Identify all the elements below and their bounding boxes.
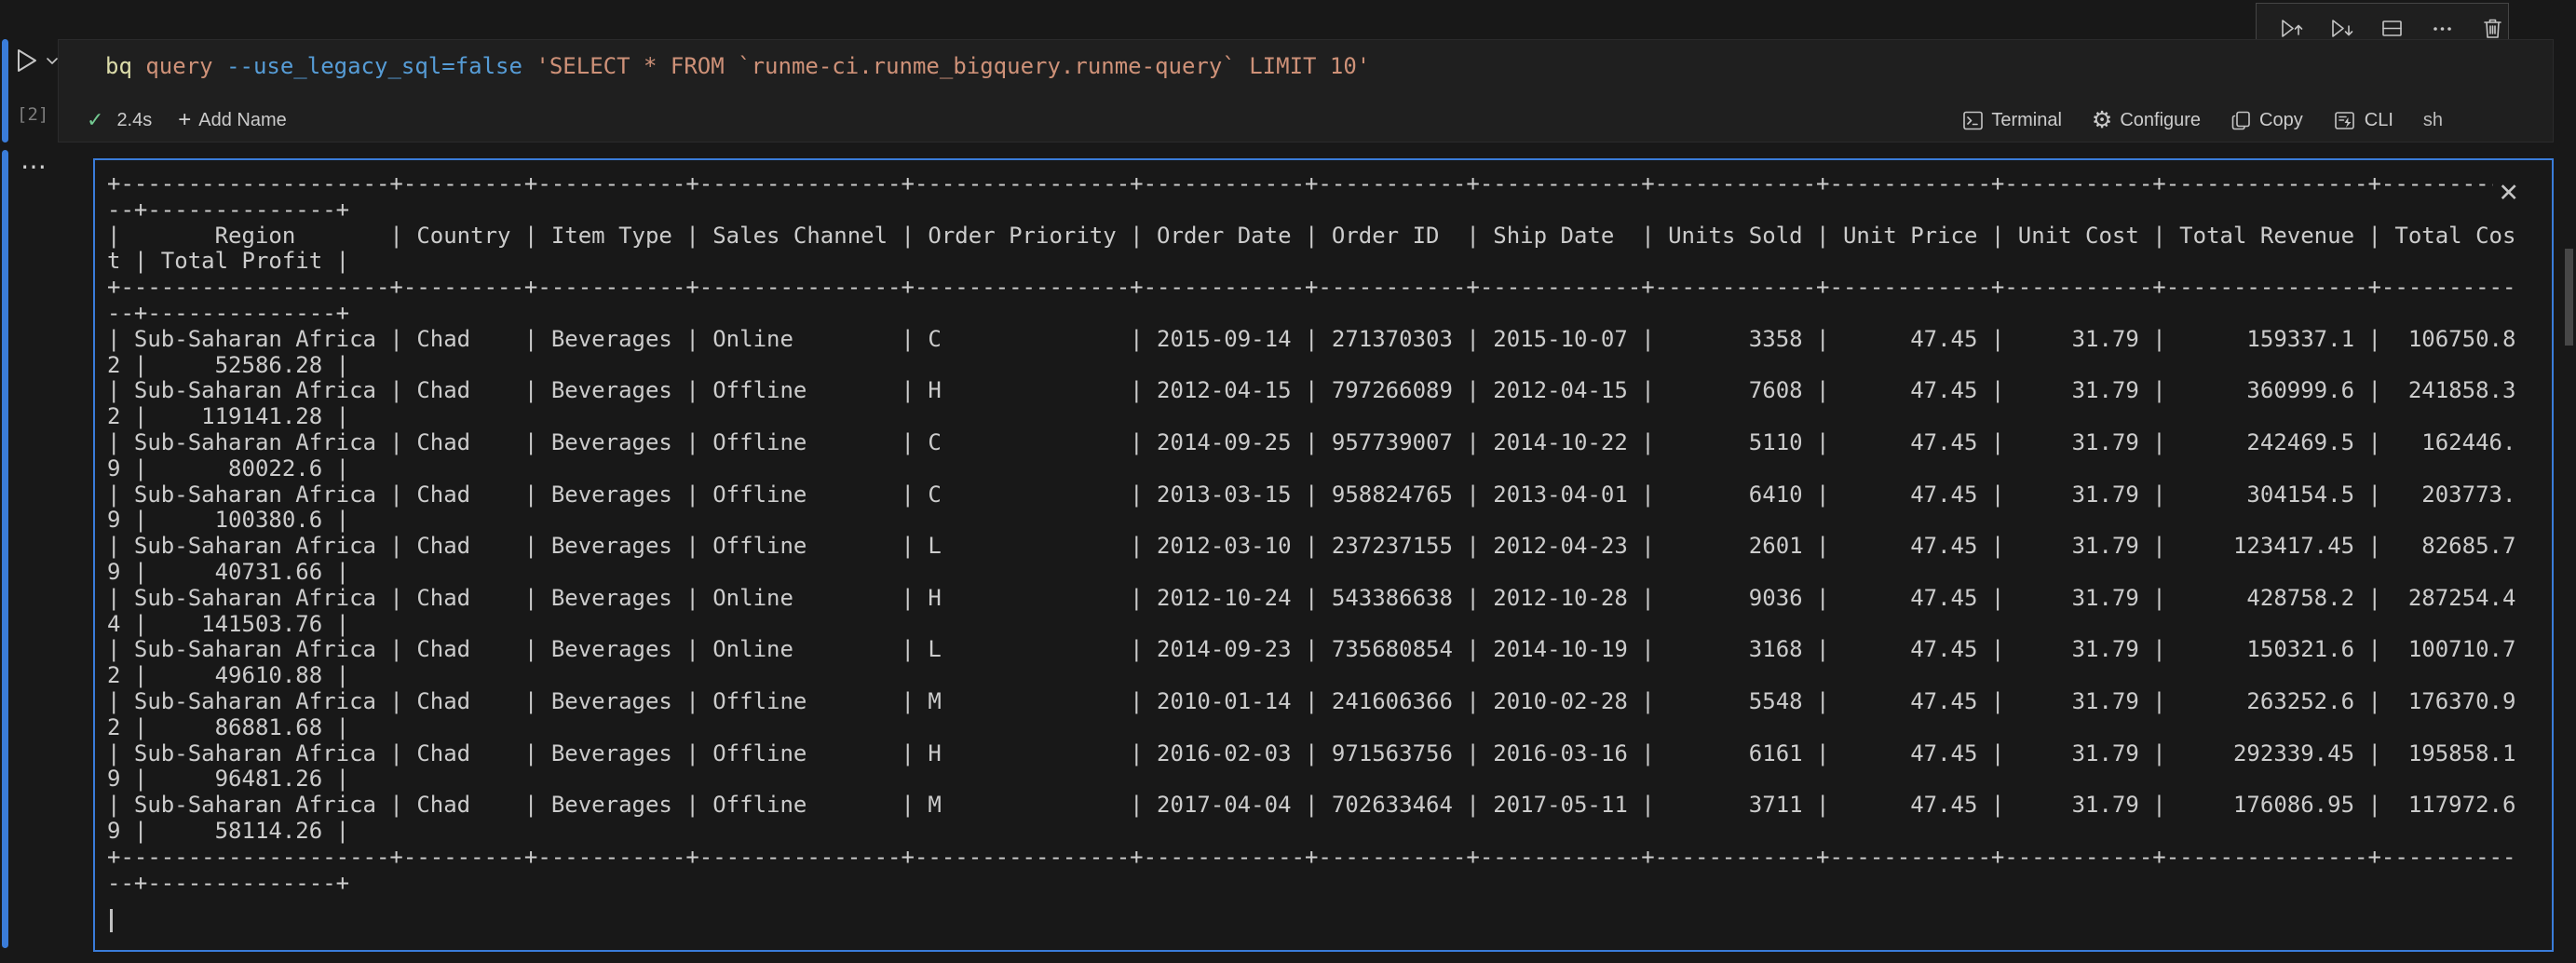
add-name-button[interactable]: + Add Name — [178, 107, 287, 133]
execution-duration: 2.4s — [116, 110, 152, 131]
plus-icon: + — [178, 107, 191, 133]
configure-button[interactable]: ⚙ Configure — [2092, 110, 2201, 131]
cell-status-bar: ✓ 2.4s + Add Name Terminal ⚙ Configure — [59, 99, 2553, 142]
split-cell-icon — [2379, 16, 2405, 41]
copy-label: Copy — [2259, 110, 2303, 131]
terminal-cursor — [110, 909, 113, 932]
cell-focus-bar — [2, 39, 8, 142]
add-name-label: Add Name — [198, 110, 287, 131]
cell-code-editor[interactable]: bq query --use_legacy_sql=false 'SELECT … — [105, 52, 2553, 80]
output-focus-bar — [2, 150, 8, 948]
chevron-down-icon[interactable] — [46, 47, 59, 75]
success-check-icon: ✓ — [87, 108, 103, 132]
copy-icon — [2230, 110, 2252, 131]
execute-below-button[interactable] — [2329, 16, 2354, 41]
terminal-button[interactable]: Terminal — [1962, 110, 2062, 131]
cli-icon — [2333, 110, 2357, 131]
language-picker[interactable]: sh — [2423, 110, 2443, 131]
terminal-output-panel: +--------------------+---------+--------… — [93, 158, 2554, 952]
cli-label: CLI — [2365, 110, 2393, 131]
status-left: ✓ 2.4s + Add Name — [87, 107, 287, 133]
terminal-output-text[interactable]: +--------------------+---------+--------… — [95, 160, 2552, 896]
code-token: --use_legacy_sql=false — [226, 53, 536, 79]
status-right: Terminal ⚙ Configure Copy CLI — [1962, 110, 2443, 131]
code-token: query — [145, 53, 226, 79]
run-cell-button[interactable] — [14, 47, 59, 75]
more-actions-button[interactable] — [2430, 16, 2455, 41]
configure-label: Configure — [2120, 110, 2201, 131]
scrollbar-thumb[interactable] — [2565, 249, 2573, 346]
execute-above-button[interactable] — [2279, 16, 2304, 41]
output-options-button[interactable]: ⋯ — [20, 151, 48, 182]
gear-icon: ⚙ — [2092, 110, 2112, 131]
trash-icon — [2480, 16, 2505, 41]
code-token: 'SELECT * FROM `runme-ci.runme_bigquery.… — [536, 53, 1370, 79]
delete-cell-button[interactable] — [2480, 16, 2505, 41]
cli-button[interactable]: CLI — [2333, 110, 2393, 131]
ellipsis-icon — [2430, 16, 2455, 41]
code-cell: bq query --use_legacy_sql=false 'SELECT … — [58, 39, 2554, 142]
play-icon — [14, 47, 40, 75]
close-output-button[interactable]: ✕ — [2493, 181, 2524, 206]
code-token: bq — [105, 53, 145, 79]
execution-count: [2] — [17, 104, 48, 125]
terminal-icon — [1962, 110, 1984, 131]
copy-button[interactable]: Copy — [2230, 110, 2303, 131]
split-cell-button[interactable] — [2379, 16, 2405, 41]
play-down-icon — [2329, 16, 2354, 41]
terminal-label: Terminal — [1991, 110, 2062, 131]
notebook-cell-view: [2] ⋯ bq query --use_legacy_sql=false 'S… — [0, 0, 2576, 963]
play-up-icon — [2279, 16, 2304, 41]
